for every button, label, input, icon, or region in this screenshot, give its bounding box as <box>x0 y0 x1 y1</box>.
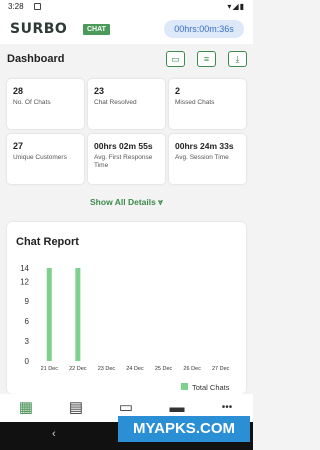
x-tick-label: 21 Dec <box>41 366 59 372</box>
x-tick-label: 27 Dec <box>212 366 230 372</box>
x-tick-label: 24 Dec <box>126 366 144 372</box>
watermark: MYAPKS.COM <box>118 416 250 442</box>
chat-report-chart: 0 3 6 9 12 14 21 Dec 22 Dec 23 Dec 24 Dec 25 Dec 26… <box>20 264 230 392</box>
stat-card-first-response: 00hrs 02m 55s Avg. First Response Time <box>88 134 165 184</box>
y-tick-label: 12 <box>20 277 29 286</box>
x-tick-label: 26 Dec <box>183 366 201 372</box>
x-tick-label: 25 Dec <box>155 366 173 372</box>
stat-label: Avg. Session Time <box>175 154 229 161</box>
stat-value: 00hrs 02m 55s <box>94 141 153 151</box>
notification-icon <box>34 3 41 10</box>
inbox-icon[interactable]: ▬ <box>166 398 188 418</box>
stat-label: Unique Customers <box>13 154 67 161</box>
y-tick-label: 6 <box>25 317 30 326</box>
more-icon[interactable]: ••• <box>216 398 238 418</box>
stat-value: 2 <box>175 86 181 96</box>
x-tick-label: 23 Dec <box>98 366 116 372</box>
stat-label: No. Of Chats <box>13 99 51 106</box>
chat-report-card: Chat Report 0 3 6 9 12 14 21 Dec 22 Dec 23 Dec 24… <box>7 222 246 394</box>
stat-card-resolved: 23 Chat Resolved <box>88 79 165 129</box>
chart-bar <box>46 268 52 361</box>
y-tick-label: 0 <box>25 357 30 366</box>
stat-card-missed: 2 Missed Chats <box>169 79 246 129</box>
y-tick-label: 9 <box>25 297 30 306</box>
legend-label: Total Chats <box>192 383 230 392</box>
stat-value: 27 <box>13 141 24 151</box>
status-bar: 3:28 ▾◢▮ <box>0 0 253 14</box>
signal-battery-icon: ▾◢▮ <box>227 2 245 11</box>
y-tick-label: 14 <box>20 264 29 273</box>
stat-card-unique-customers: 27 Unique Customers <box>7 134 84 184</box>
stat-value: 00hrs 24m 33s <box>175 141 234 151</box>
surbo-logo: SURBO <box>10 21 68 37</box>
stat-value: 23 <box>94 86 105 96</box>
session-timer: 00hrs:00m:36s <box>164 20 244 38</box>
logo-chat-badge: CHAT <box>83 24 110 35</box>
download-icon[interactable]: ⤓ <box>228 51 247 67</box>
legend-swatch <box>181 383 188 390</box>
dashboard-icon[interactable]: ▦ <box>15 398 37 418</box>
stat-label: Avg. First Response Time <box>94 154 153 169</box>
chat-icon[interactable]: ▭ <box>115 398 137 418</box>
app-header: SURBO CHAT 00hrs:00m:36s <box>0 14 253 44</box>
page-title: Dashboard <box>7 53 65 65</box>
reports-icon[interactable]: ▤ <box>65 398 87 418</box>
chart-bar <box>75 268 81 361</box>
show-all-details-link[interactable]: Show All Details ⩔ <box>0 197 253 208</box>
status-time: 3:28 <box>8 2 24 11</box>
y-tick-label: 3 <box>25 337 30 346</box>
stat-label: Chat Resolved <box>94 99 137 106</box>
briefcase-icon[interactable]: ▭ <box>166 51 185 67</box>
back-icon[interactable]: ‹ <box>52 428 56 440</box>
x-tick-label: 22 Dec <box>69 366 87 372</box>
filter-list-icon[interactable]: ≡ <box>197 51 216 67</box>
stat-label: Missed Chats <box>175 99 215 106</box>
stat-card-session-time: 00hrs 24m 33s Avg. Session Time <box>169 134 246 184</box>
stat-value: 28 <box>13 86 24 96</box>
stat-card-chats: 28 No. Of Chats <box>7 79 84 129</box>
